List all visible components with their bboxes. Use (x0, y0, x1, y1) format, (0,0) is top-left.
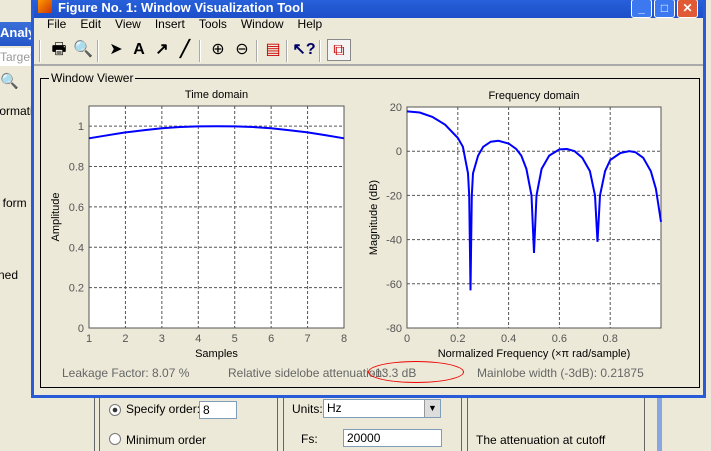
divider (283, 398, 284, 451)
fs-label: Fs: (301, 432, 318, 446)
y-tick-label: 20 (390, 102, 402, 114)
print-preview-icon[interactable]: 🔍 (0, 72, 19, 90)
y-tick-label: -40 (386, 235, 402, 247)
y-axis-label: Magnitude (dB) (368, 180, 380, 255)
minimum-order-label: Minimum order (126, 433, 207, 447)
x-tick-label: 2 (122, 333, 128, 345)
y-tick-label: 0.6 (69, 202, 84, 214)
y-tick-label: -20 (386, 190, 402, 202)
order-input[interactable]: 8 (199, 401, 237, 419)
specify-order-radio[interactable] (109, 404, 121, 416)
figure-window: Figure No. 1: Window Visualization Tool … (31, 0, 706, 398)
units-label: Units: (292, 402, 323, 416)
units-select[interactable]: Hz ▼ (323, 399, 441, 418)
frequency-domain-plot: 0 0.2 0.4 0.6 0.8 -80 -60 -40 -20 0 20 Frequency do… (368, 90, 662, 360)
y-tick-label: -80 (386, 323, 402, 335)
x-tick-label: 0.8 (603, 333, 618, 345)
divider (467, 398, 468, 451)
chart-title: Time domain (185, 89, 248, 101)
x-tick-label: 7 (305, 333, 311, 345)
mainlobe-width: Mainlobe width (-3dB): 0.21875 (477, 366, 644, 380)
y-tick-label: 0.4 (69, 242, 84, 254)
x-tick-label: 5 (232, 333, 238, 345)
x-tick-label: 1 (86, 333, 92, 345)
x-tick-label: 6 (268, 333, 274, 345)
time-domain-plot: 1 2 3 4 5 6 7 8 0 0.2 0.4 0.6 0.8 1 Time domain Samples… (50, 89, 347, 360)
red-annotation-circle (368, 361, 464, 383)
x-tick-label: 0.6 (552, 333, 567, 345)
plot-area (406, 106, 662, 329)
leakage-factor: Leakage Factor: 8.07 % (62, 366, 190, 380)
target-field[interactable]: Target (0, 48, 34, 66)
divider (277, 398, 278, 451)
y-tick-label: 1 (78, 121, 84, 133)
chart-title: Frequency domain (488, 90, 579, 102)
bg-text: ned (0, 268, 19, 282)
x-axis-label: Normalized Frequency (×π rad/sample) (438, 348, 631, 360)
units-value: Hz (327, 401, 342, 415)
y-tick-label: 0.2 (69, 283, 84, 295)
chevron-down-icon[interactable]: ▼ (424, 400, 440, 417)
x-tick-label: 0 (404, 333, 410, 345)
plots: 1 2 3 4 5 6 7 8 0 0.2 0.4 0.6 0.8 1 Time domain Samples… (50, 89, 662, 360)
minimum-order-radio[interactable] (109, 433, 121, 445)
x-tick-label: 0.2 (450, 333, 465, 345)
y-tick-label: 0.8 (69, 162, 84, 174)
y-tick-label: 0 (78, 323, 84, 335)
x-tick-label: 4 (195, 333, 201, 345)
plot-area (88, 105, 345, 329)
bg-text: formati (0, 104, 33, 118)
fs-input[interactable]: 20000 (343, 429, 442, 447)
attenuation-text: The attenuation at cutoff (476, 433, 606, 447)
sidelobe-label: Relative sidelobe attenuation: (228, 366, 386, 380)
divider (94, 398, 95, 451)
x-tick-label: 3 (159, 333, 165, 345)
x-tick-label: 8 (341, 333, 347, 345)
x-axis-label: Samples (195, 348, 238, 360)
divider (644, 398, 645, 451)
divider (99, 398, 100, 451)
y-tick-label: 0 (396, 146, 402, 158)
y-axis-label: Amplitude (50, 193, 62, 242)
y-tick-label: -60 (386, 279, 402, 291)
x-tick-label: 0.4 (501, 333, 516, 345)
divider (461, 398, 462, 451)
specify-order-label: Specify order: (126, 402, 201, 416)
